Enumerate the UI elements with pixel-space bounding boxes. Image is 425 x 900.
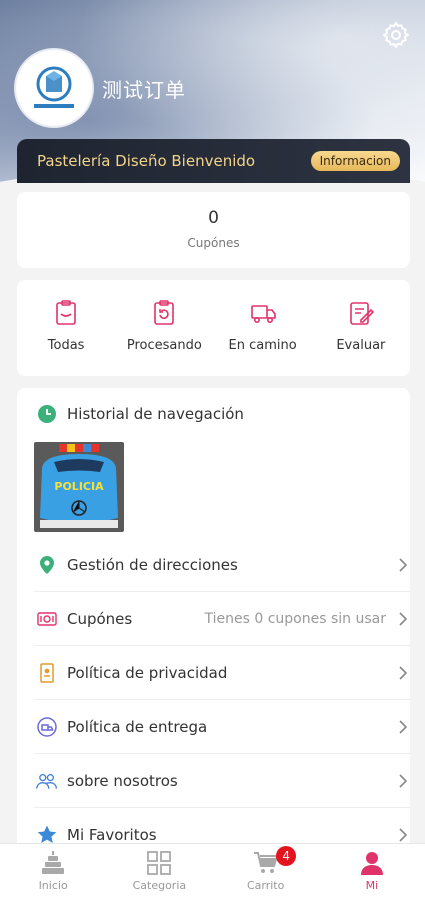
refresh-clipboard-icon [154, 300, 175, 325]
history-header: Historial de navegación [37, 404, 244, 424]
bottom-tab-bar: Inicio Categoria 4 Carrito Mi [0, 843, 425, 900]
order-processing[interactable]: Procesando [115, 280, 213, 376]
menu-addresses-label: Gestión de direcciones [67, 555, 238, 574]
gear-icon[interactable] [381, 20, 411, 50]
ticket-icon [37, 611, 57, 626]
chevron-right-icon [399, 557, 408, 572]
menu-about-label: sobre nosotros [67, 771, 178, 790]
tab-home[interactable]: Inicio [0, 844, 106, 900]
menu-privacy-label: Política de privacidad [67, 663, 228, 682]
menu-section: Historial de navegación POLICIA Gestión … [17, 388, 410, 858]
orders-section: Todas Procesando En camino Evaluar [17, 280, 410, 376]
coupons-summary[interactable]: 0 Cupónes [17, 192, 410, 268]
username: 测试订单 [102, 78, 186, 102]
menu-favorites-label: Mi Favoritos [67, 826, 157, 844]
grid-icon [147, 851, 172, 875]
info-button[interactable]: Informacion [310, 151, 400, 171]
history-title: Historial de navegación [67, 405, 244, 423]
truck-icon [250, 305, 276, 323]
menu-delivery-label: Política de entrega [67, 717, 208, 736]
edit-note-icon [350, 302, 375, 325]
tab-category[interactable]: Categoria [106, 844, 212, 900]
banner-title: Pastelería Diseño Bienvenido [37, 152, 256, 170]
company-logo-icon [34, 66, 74, 108]
order-evaluate[interactable]: Evaluar [312, 280, 410, 376]
document-icon [40, 662, 54, 683]
cake-icon [42, 851, 65, 874]
menu-privacy[interactable]: Política de privacidad [34, 646, 410, 700]
menu-coupons-label: Cupónes [67, 609, 133, 628]
location-pin-icon [40, 555, 54, 574]
welcome-banner: Pastelería Diseño Bienvenido Informacion [17, 139, 410, 183]
clock-icon [38, 405, 56, 423]
cart-icon [253, 852, 278, 873]
chevron-right-icon [399, 665, 408, 680]
tab-cart-label: Carrito [246, 879, 285, 892]
cart-badge: 4 [276, 846, 297, 866]
order-shipping-label: En camino [228, 338, 297, 353]
order-evaluate-label: Evaluar [336, 338, 386, 353]
menu-coupons-value: Tienes 0 cupones sin usar [204, 610, 386, 627]
people-icon [36, 773, 57, 789]
user-icon [360, 852, 383, 875]
thumb-text: POLICIA [54, 480, 104, 493]
order-shipping[interactable]: En camino [214, 280, 312, 376]
delivery-icon [37, 716, 57, 737]
clipboard-icon [56, 300, 76, 325]
menu-addresses[interactable]: Gestión de direcciones [34, 538, 410, 592]
chevron-right-icon [399, 773, 408, 788]
menu-delivery[interactable]: Política de entrega [34, 700, 410, 754]
coupons-label: Cupónes [187, 236, 240, 250]
chevron-right-icon [399, 828, 408, 842]
tab-cart[interactable]: 4 Carrito [213, 844, 319, 900]
tab-category-label: Categoria [132, 879, 187, 892]
chevron-right-icon [399, 611, 408, 626]
menu-coupons[interactable]: Cupónes Tienes 0 cupones sin usar [34, 592, 410, 646]
tab-me-label: Mi [365, 879, 379, 892]
tab-me[interactable]: Mi [319, 844, 425, 900]
police-car-cake-image: POLICIA [34, 442, 124, 532]
avatar[interactable] [16, 50, 92, 126]
history-product-thumb[interactable]: POLICIA [34, 442, 124, 532]
order-processing-label: Procesando [126, 338, 202, 353]
order-all-label: Todas [47, 338, 85, 353]
tab-home-label: Inicio [38, 879, 68, 892]
menu-about[interactable]: sobre nosotros [34, 754, 410, 808]
chevron-right-icon [399, 719, 408, 734]
coupons-count: 0 [208, 208, 219, 228]
order-all[interactable]: Todas [17, 280, 115, 376]
